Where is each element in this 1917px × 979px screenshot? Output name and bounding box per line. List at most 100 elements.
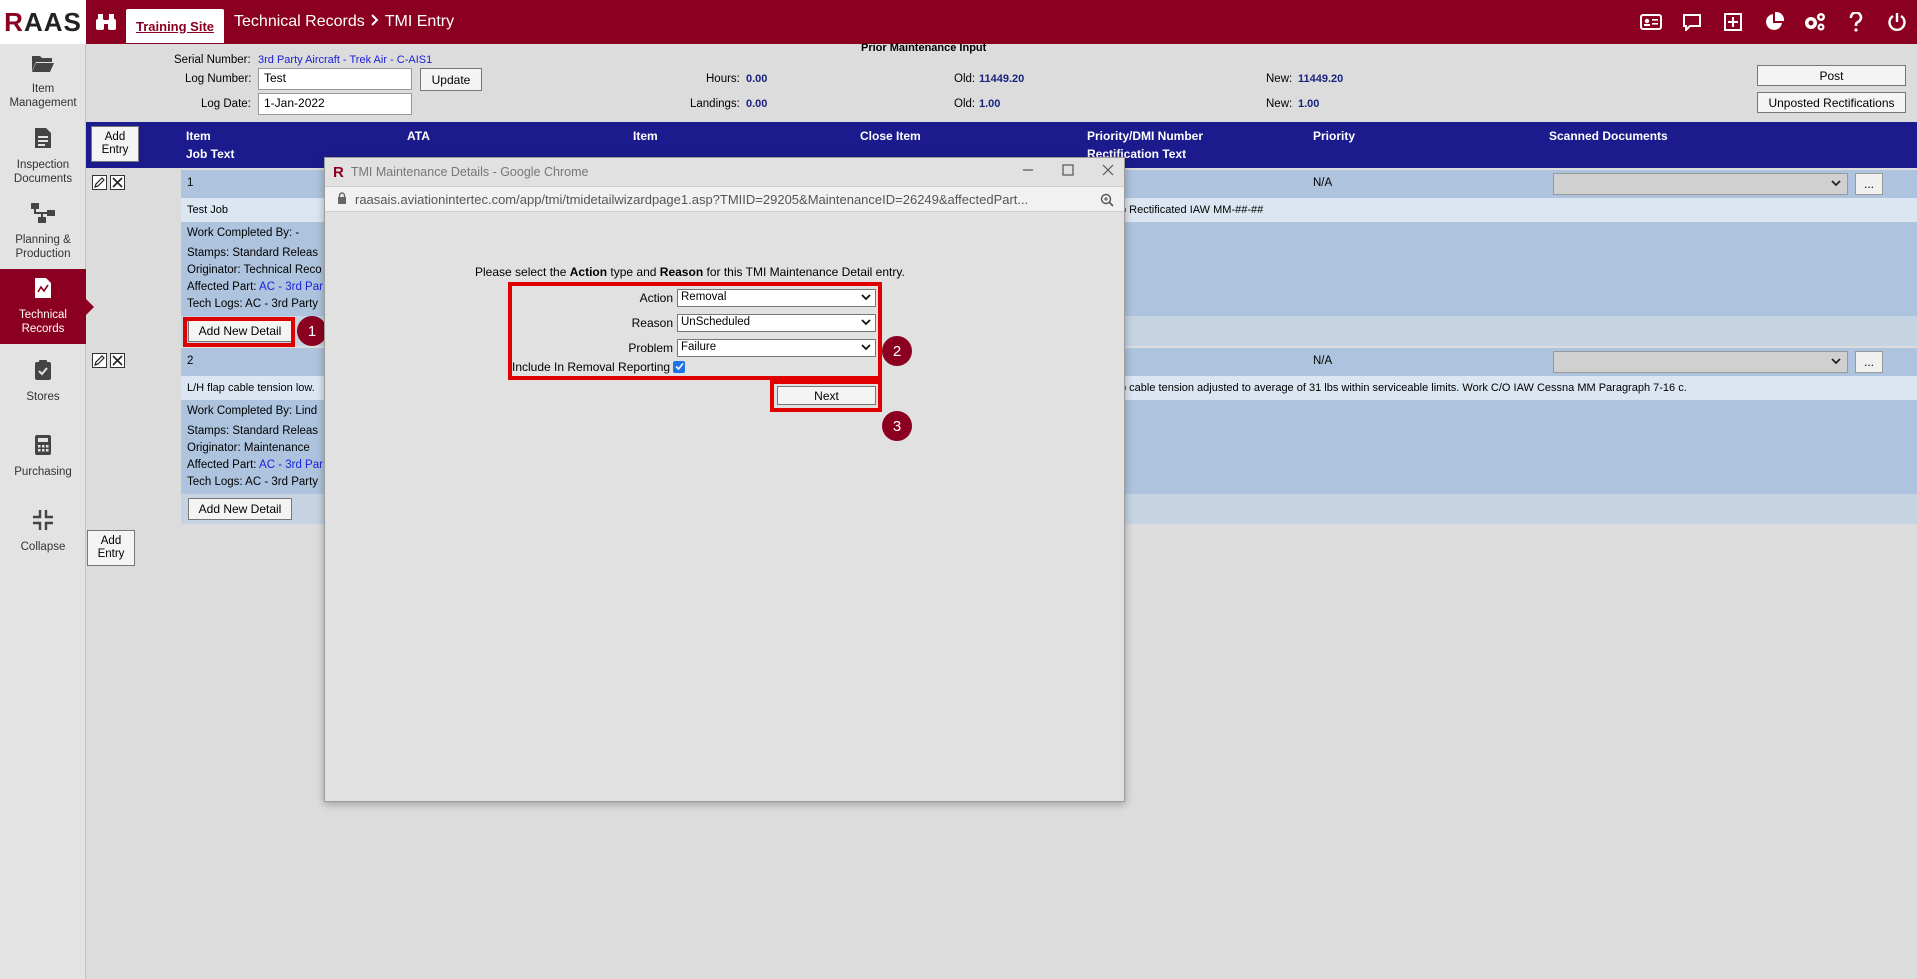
landings-value: 0.00 <box>746 98 768 110</box>
records-icon <box>34 277 52 303</box>
flow-icon <box>30 202 56 228</box>
prior-maintenance-header: Prior Maintenance Input Serial Number: 3… <box>86 42 1917 122</box>
col-item: Item <box>186 129 211 143</box>
update-button[interactable]: Update <box>420 68 482 91</box>
section-title: Prior Maintenance Input <box>861 42 987 54</box>
step-marker-2: 2 <box>882 336 912 366</box>
collapse-icon <box>32 509 54 535</box>
id-card-icon[interactable] <box>1630 0 1671 44</box>
row-number: 2 <box>187 355 194 367</box>
job-text: Test Job <box>187 204 228 216</box>
row-priority: N/A <box>1313 355 1333 367</box>
highlight-box-1 <box>183 317 295 347</box>
hours-value: 0.00 <box>746 73 768 85</box>
chevron-down-icon <box>1831 178 1841 191</box>
training-site-tab[interactable]: Training Site <box>126 9 225 43</box>
zoom-icon[interactable] <box>1100 193 1114 210</box>
affected-part-link[interactable]: AC - 3rd Par <box>259 281 323 293</box>
edit-icon[interactable] <box>92 175 107 190</box>
old-landings-value: 1.00 <box>979 98 1001 110</box>
log-date-input[interactable]: 1-Jan-2022 <box>258 93 412 115</box>
lock-icon <box>337 191 347 207</box>
breadcrumb: Technical Records TMI Entry <box>234 13 454 31</box>
plus-square-icon[interactable] <box>1712 0 1753 44</box>
highlight-box-2 <box>508 282 882 380</box>
raas-r-icon: R <box>333 163 344 181</box>
clipboard-check-icon <box>34 359 52 385</box>
landings-label: Landings: <box>690 98 740 110</box>
scanned-documents-select[interactable] <box>1553 173 1848 195</box>
row-priority: N/A <box>1313 177 1333 189</box>
breadcrumb-tmi-entry: TMI Entry <box>384 13 455 30</box>
new-hours-label: New: <box>1266 73 1293 85</box>
originator: Originator: Technical Reco <box>187 264 322 276</box>
scanned-documents-select[interactable] <box>1553 351 1848 373</box>
unposted-rectifications-button[interactable]: Unposted Rectifications <box>1757 92 1906 113</box>
scanned-documents-browse-button[interactable]: ... <box>1855 173 1883 195</box>
affected-part: Affected Part: AC - 3rd Par <box>187 459 323 471</box>
row-number: 1 <box>187 177 194 189</box>
add-entry-button-top[interactable]: Add Entry <box>91 126 139 162</box>
add-new-detail-button[interactable]: Add New Detail <box>188 498 292 520</box>
col-scanned-documents: Scanned Documents <box>1549 129 1668 143</box>
sidebar-item-planning-production[interactable]: Planning & Production <box>0 194 86 269</box>
stamps: Stamps: Standard Releas <box>187 247 319 259</box>
col-close-item: Close Item <box>860 129 921 143</box>
new-landings-value: 1.00 <box>1298 98 1320 110</box>
col-item-2: Item <box>633 129 658 143</box>
top-bar: R AAS Training Site Technical Records TMI… <box>0 0 1917 44</box>
delete-icon[interactable] <box>110 353 125 368</box>
url-text: raasais.aviationintertec.com/app/tmi/tmi… <box>355 191 1029 207</box>
binoculars-icon[interactable] <box>86 0 126 44</box>
affected-part: Affected Part: AC - 3rd Par <box>187 281 323 293</box>
sidebar-item-stores[interactable]: Stores <box>0 344 86 419</box>
new-landings-label: New: <box>1266 98 1293 110</box>
log-date-label: Log Date: <box>201 98 251 110</box>
power-icon[interactable] <box>1876 0 1917 44</box>
breadcrumb-technical-records[interactable]: Technical Records <box>234 13 365 31</box>
serial-number-link[interactable]: 3rd Party Aircraft - Trek Air - C-AIS1 <box>258 54 432 66</box>
delete-icon[interactable] <box>110 175 125 190</box>
stamps: Stamps: Standard Releas <box>187 425 319 437</box>
col-priority-dmi: Priority/DMI Number <box>1087 129 1204 143</box>
tmi-maintenance-details-window: R TMI Maintenance Details - Google Chrom… <box>324 157 1125 802</box>
address-bar[interactable]: raasais.aviationintertec.com/app/tmi/tmi… <box>325 186 1124 212</box>
pie-chart-icon[interactable] <box>1753 0 1794 44</box>
old-hours-value: 11449.20 <box>979 73 1025 85</box>
maximize-icon[interactable] <box>1062 163 1074 179</box>
highlight-box-3 <box>770 380 882 412</box>
close-icon[interactable] <box>1102 163 1114 179</box>
affected-part-link[interactable]: AC - 3rd Par <box>259 459 323 471</box>
add-entry-button-bottom[interactable]: Add Entry <box>87 530 135 566</box>
hours-label: Hours: <box>706 73 740 85</box>
help-icon[interactable] <box>1835 0 1876 44</box>
serial-number-label: Serial Number: <box>174 54 251 66</box>
new-hours-value: 11449.20 <box>1298 73 1344 85</box>
work-completed-by: Work Completed By: Lind <box>187 405 318 417</box>
top-icons <box>1630 0 1917 44</box>
work-completed-by: Work Completed By: - <box>187 227 300 239</box>
post-button[interactable]: Post <box>1757 65 1906 86</box>
sidebar-item-technical-records[interactable]: Technical Records <box>0 269 94 344</box>
minimize-icon[interactable] <box>1022 163 1034 179</box>
modal-title: TMI Maintenance Details - Google Chrome <box>350 165 589 179</box>
chat-icon[interactable] <box>1671 0 1712 44</box>
sidebar-item-collapse[interactable]: Collapse <box>0 494 86 569</box>
originator: Originator: Maintenance <box>187 442 310 454</box>
log-number-label: Log Number: <box>185 73 252 85</box>
raas-logo[interactable]: R AAS <box>0 0 86 44</box>
scanned-documents-browse-button[interactable]: ... <box>1855 351 1883 373</box>
rectification-text: p cable tension adjusted to average of 3… <box>1120 382 1687 394</box>
log-number-input[interactable]: Test <box>258 68 412 90</box>
sidebar-item-inspection-documents[interactable]: Inspection Documents <box>0 119 86 194</box>
modal-title-bar: R TMI Maintenance Details - Google Chrom… <box>325 158 1124 186</box>
calculator-icon <box>34 434 52 460</box>
sidebar-item-purchasing[interactable]: Purchasing <box>0 419 86 494</box>
modal-body: Please select the Action type and Reason… <box>325 212 1124 801</box>
job-text: L/H flap cable tension low. <box>187 382 315 394</box>
folder-icon <box>31 53 55 77</box>
gears-icon[interactable] <box>1794 0 1835 44</box>
chevron-down-icon <box>1831 356 1841 369</box>
edit-icon[interactable] <box>92 353 107 368</box>
sidebar-item-item-management[interactable]: Item Management <box>0 44 86 119</box>
